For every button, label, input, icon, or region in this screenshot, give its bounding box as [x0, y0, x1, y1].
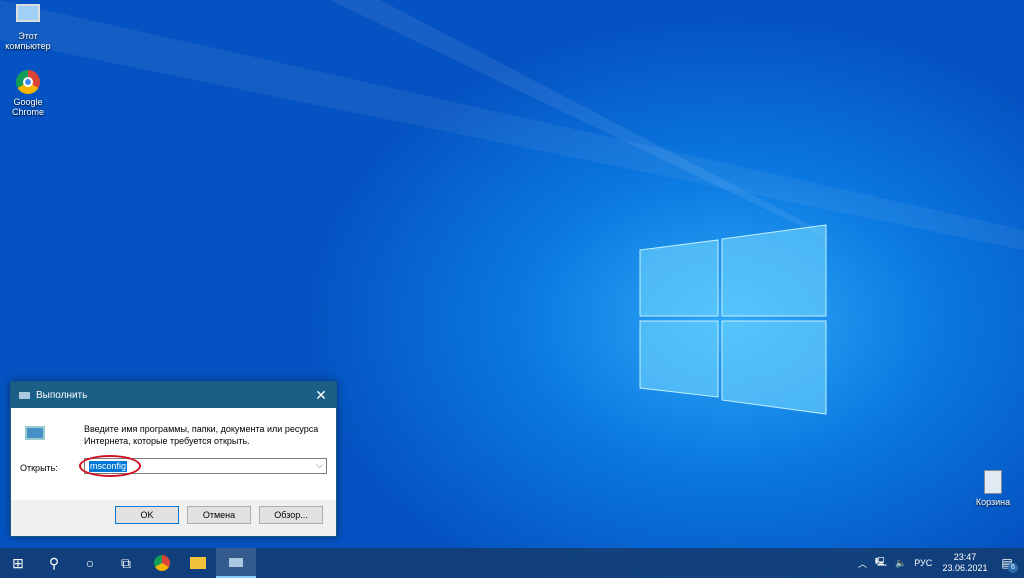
search-button[interactable]: ⚲: [36, 548, 72, 578]
run-icon: [229, 557, 243, 567]
notification-badge: 6: [1008, 563, 1018, 573]
open-input[interactable]: msconfig ⌵: [79, 455, 327, 477]
chevron-up-icon[interactable]: ︿: [858, 557, 867, 570]
volume-icon[interactable]: 🔈: [895, 558, 906, 569]
start-button[interactable]: ⊞: [0, 548, 36, 578]
taskbar-file-explorer[interactable]: [180, 548, 216, 578]
desktop-icon-chrome[interactable]: Google Chrome: [0, 70, 56, 117]
cancel-button[interactable]: Отмена: [187, 506, 251, 524]
taskbar-chrome[interactable]: [144, 548, 180, 578]
search-icon: ⚲: [48, 554, 60, 571]
chevron-down-icon[interactable]: ⌵: [316, 460, 323, 471]
recycle-bin-icon: [984, 470, 1002, 494]
windows-icon: ⊞: [12, 554, 24, 571]
run-program-icon: [25, 426, 45, 440]
computer-icon: [16, 4, 40, 22]
ok-button[interactable]: OK: [115, 506, 179, 524]
task-view-button[interactable]: ⧉: [108, 548, 144, 578]
open-label: Открыть:: [20, 463, 58, 473]
annotation-circle: [79, 455, 141, 477]
run-icon: [19, 391, 30, 399]
dialog-title: Выполнить: [36, 389, 88, 401]
taskbar: ⊞ ⚲ ○ ⧉ ︿ 🖳 🔈 РУС 23:47 23.06.2021 ▤ 6: [0, 548, 1024, 578]
date: 23.06.2021: [942, 563, 988, 573]
dialog-description: Введите имя программы, папки, документа …: [84, 423, 318, 447]
chrome-icon: [154, 555, 170, 571]
chrome-icon: [16, 70, 40, 94]
description-line: Введите имя программы, папки, документа …: [84, 424, 319, 434]
desktop-icon-this-pc[interactable]: Этот компьютер: [0, 4, 56, 51]
title-bar: Выполнить ✕: [11, 382, 336, 408]
folder-icon: [190, 557, 206, 569]
taskbar-run[interactable]: [216, 548, 256, 578]
close-button[interactable]: ✕: [306, 387, 336, 404]
network-icon[interactable]: 🖳: [875, 555, 887, 571]
action-center-button[interactable]: ▤ 6: [996, 548, 1018, 578]
language-indicator[interactable]: РУС: [914, 558, 932, 568]
run-dialog: Выполнить ✕ Введите имя программы, папки…: [10, 381, 337, 537]
circle-icon: ○: [85, 555, 95, 571]
clock[interactable]: 23:47 23.06.2021: [940, 548, 990, 578]
task-view-icon: ⧉: [121, 554, 131, 571]
description-line: Интернета, которые требуется открыть.: [84, 436, 250, 446]
time: 23:47: [953, 552, 977, 562]
windows-logo: [639, 224, 827, 415]
desktop-icon-recycle-bin[interactable]: Корзина: [965, 470, 1021, 507]
cortana-button[interactable]: ○: [72, 548, 108, 578]
browse-button[interactable]: Обзор...: [259, 506, 323, 524]
